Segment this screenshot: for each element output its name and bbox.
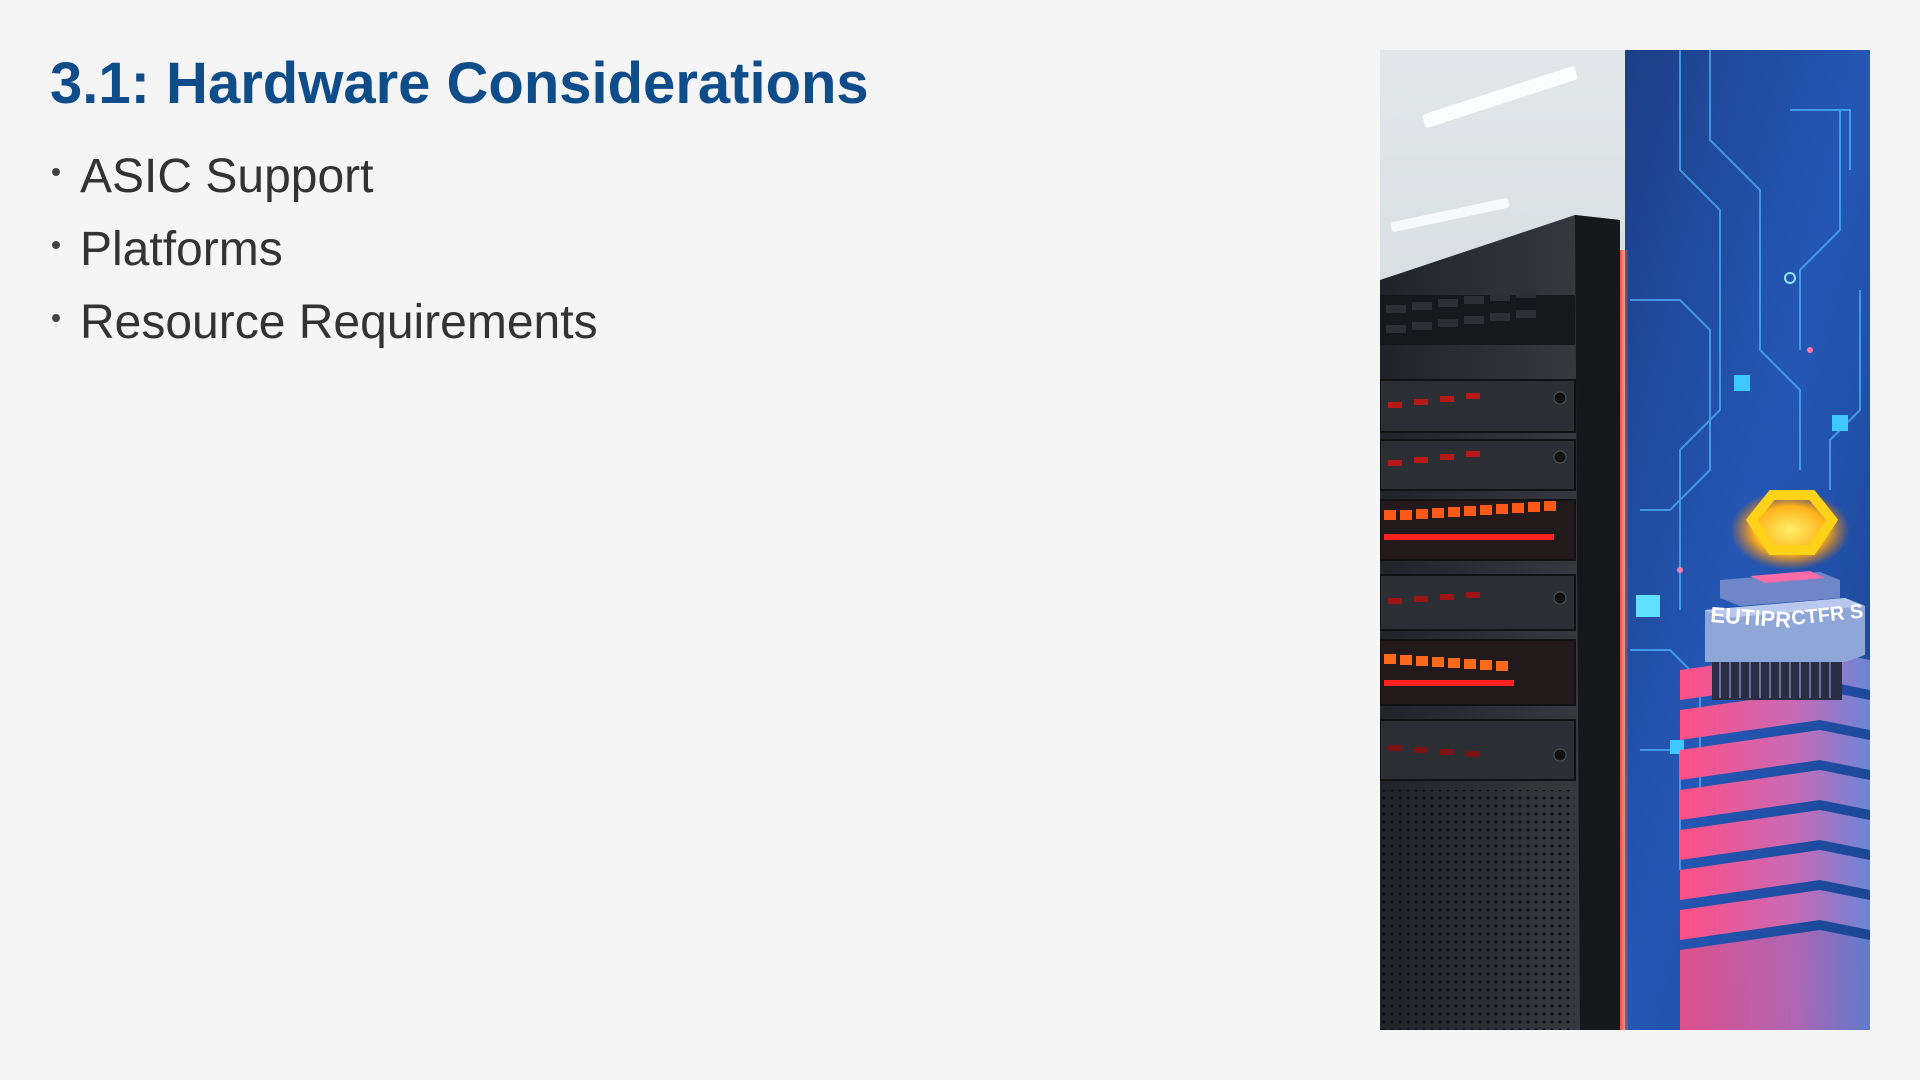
rack-unit-glowing-ports — [1380, 499, 1576, 561]
bullet-text: Platforms — [80, 223, 283, 276]
bullet-text: ASIC Support — [80, 150, 374, 203]
rack-unit — [1380, 379, 1576, 433]
rack-unit-glowing-ports — [1380, 639, 1576, 706]
bullet-item: Platforms — [50, 217, 598, 290]
bullet-item: ASIC Support — [50, 144, 598, 217]
chip-glow — [1730, 490, 1850, 570]
rack-mesh-panel — [1380, 790, 1575, 1030]
rack-unit — [1380, 574, 1576, 631]
bullet-dot-icon — [52, 168, 60, 176]
bullet-item: Resource Requirements — [50, 290, 598, 363]
rack-vent-grille — [1380, 290, 1575, 345]
bullet-dot-icon — [52, 241, 60, 249]
bullet-text: Resource Requirements — [80, 296, 598, 349]
rack-unit — [1380, 439, 1576, 491]
server-rack-chip-illustration: EUTIPR CTFR S — [1380, 50, 1870, 1030]
bullet-list: ASIC Support Platforms Resource Requirem… — [50, 144, 598, 363]
slide-title: 3.1: Hardware Considerations — [50, 51, 869, 116]
illustration-svg: EUTIPR CTFR S — [1380, 50, 1870, 1030]
server-rack-side — [1575, 215, 1620, 1030]
rack-unit — [1380, 719, 1576, 781]
slide: 3.1: Hardware Considerations ASIC Suppor… — [0, 0, 1920, 1080]
bullet-dot-icon — [52, 314, 60, 322]
